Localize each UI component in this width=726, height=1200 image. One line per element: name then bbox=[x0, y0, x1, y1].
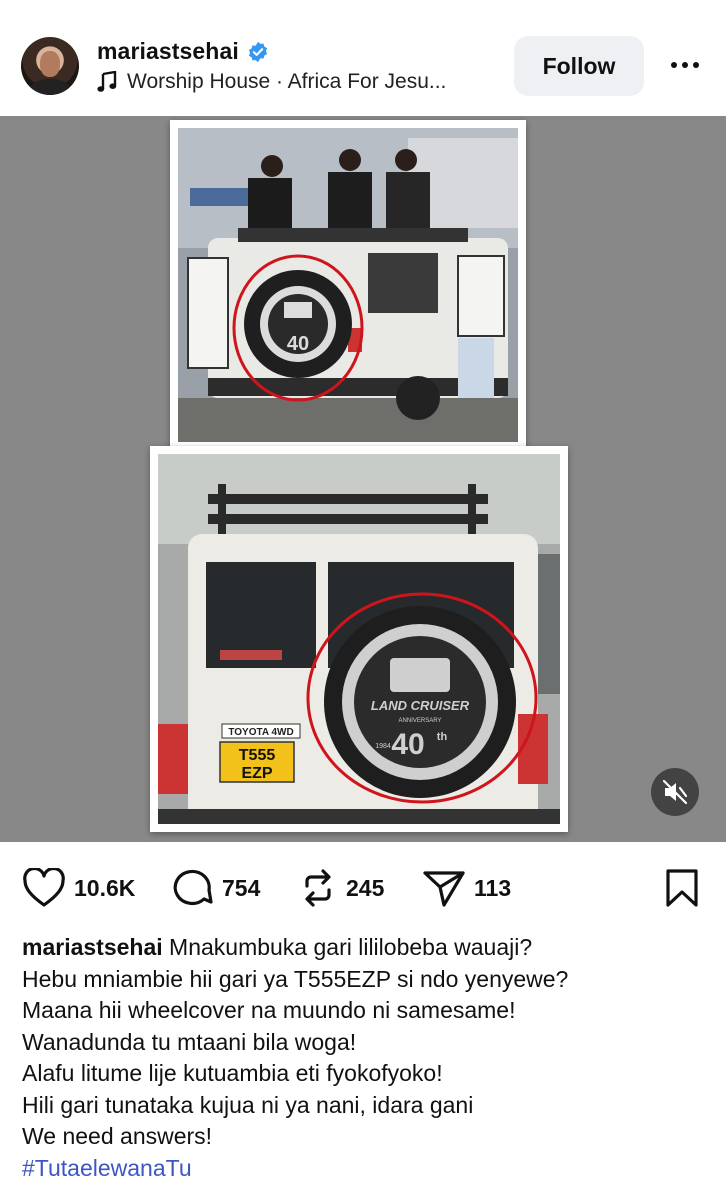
post-caption: mariastsehai Mnakumbuka gari lililobeba … bbox=[22, 932, 712, 1184]
caption-text: Mnakumbuka gari lililobeba wauaji? bbox=[169, 934, 533, 960]
avatar[interactable] bbox=[21, 37, 79, 95]
spare-tire-brand: LAND CRUISER bbox=[371, 698, 470, 713]
caption-line: mariastsehai Mnakumbuka gari lililobeba … bbox=[22, 932, 712, 964]
photo-bottom-image: TOYOTA 4WD T555 EZP LAND CRUISER ANNIVER… bbox=[158, 454, 560, 824]
photo-top: 40 bbox=[170, 120, 526, 450]
hashtag-link[interactable]: #TutaelewanaTu bbox=[22, 1153, 712, 1185]
username[interactable]: mariastsehai bbox=[97, 38, 239, 65]
share-count: 113 bbox=[474, 874, 512, 901]
comment-count: 754 bbox=[222, 874, 261, 901]
plate-line2: EZP bbox=[241, 765, 272, 782]
plate-line1: T555 bbox=[239, 747, 276, 764]
like-action[interactable]: 10.6K bbox=[22, 868, 135, 908]
repost-icon bbox=[305, 869, 331, 907]
more-options-icon[interactable] bbox=[660, 50, 710, 80]
caption-line: Wanadunda tu mtaani bila woga! bbox=[22, 1028, 357, 1055]
follow-button[interactable]: Follow bbox=[514, 36, 644, 96]
spare-tire-sub: ANNIVERSARY bbox=[399, 718, 442, 724]
caption-line: Hebu mniambie hii gari ya T555EZP si ndo… bbox=[22, 965, 569, 992]
photo-top-image: 40 bbox=[178, 128, 518, 442]
heart-icon bbox=[23, 868, 65, 907]
caption-line: Hili gari tunataka kujua ni ya nani, ida… bbox=[22, 1091, 474, 1118]
username-row: mariastsehai bbox=[97, 38, 269, 65]
post-media[interactable]: 40 TOYOTA 4WD T555 EZP LAND CRUISER ANNI… bbox=[0, 116, 726, 842]
share-action[interactable]: 113 bbox=[422, 868, 511, 908]
dot bbox=[693, 62, 699, 68]
photo-bottom: TOYOTA 4WD T555 EZP LAND CRUISER ANNIVER… bbox=[150, 446, 568, 832]
repost-action[interactable]: 245 bbox=[298, 868, 384, 908]
caption-username[interactable]: mariastsehai bbox=[22, 934, 163, 960]
caption-line: Maana hii wheelcover na muundo ni samesa… bbox=[22, 997, 516, 1023]
verified-badge-icon bbox=[248, 41, 267, 62]
bookmark-icon bbox=[666, 869, 698, 907]
music-note-icon bbox=[97, 71, 117, 92]
avatar-shirt bbox=[29, 79, 71, 95]
caption-line: Alafu litume lije kutuambia eti fyokofyo… bbox=[22, 1060, 443, 1086]
dot bbox=[671, 62, 677, 68]
vehicle-badge: TOYOTA 4WD bbox=[228, 727, 293, 738]
post-header: mariastsehai Worship House · Africa For … bbox=[0, 0, 726, 116]
comment-action[interactable]: 754 bbox=[170, 868, 260, 908]
send-icon bbox=[423, 871, 465, 907]
repost-count: 245 bbox=[346, 874, 385, 901]
spare-tire-text-top: 40 bbox=[287, 333, 309, 355]
like-count: 10.6K bbox=[74, 874, 136, 901]
dot bbox=[682, 62, 688, 68]
avatar-face bbox=[40, 51, 60, 77]
mute-button[interactable] bbox=[651, 768, 699, 816]
caption-line: We need answers! bbox=[22, 1123, 213, 1149]
comment-icon bbox=[173, 869, 213, 906]
spare-tire-suffix: th bbox=[437, 731, 448, 743]
bookmark-button[interactable] bbox=[664, 868, 700, 913]
audio-row[interactable]: Worship House · Africa For Jesu... bbox=[97, 70, 446, 94]
audio-label: Worship House · Africa For Jesu... bbox=[127, 70, 447, 93]
spare-tire-year: 1984 bbox=[375, 743, 391, 750]
action-bar: 10.6K 754 245 113 bbox=[0, 842, 726, 932]
spare-tire-number: 40 bbox=[391, 728, 424, 761]
speaker-muted-icon bbox=[662, 779, 688, 805]
